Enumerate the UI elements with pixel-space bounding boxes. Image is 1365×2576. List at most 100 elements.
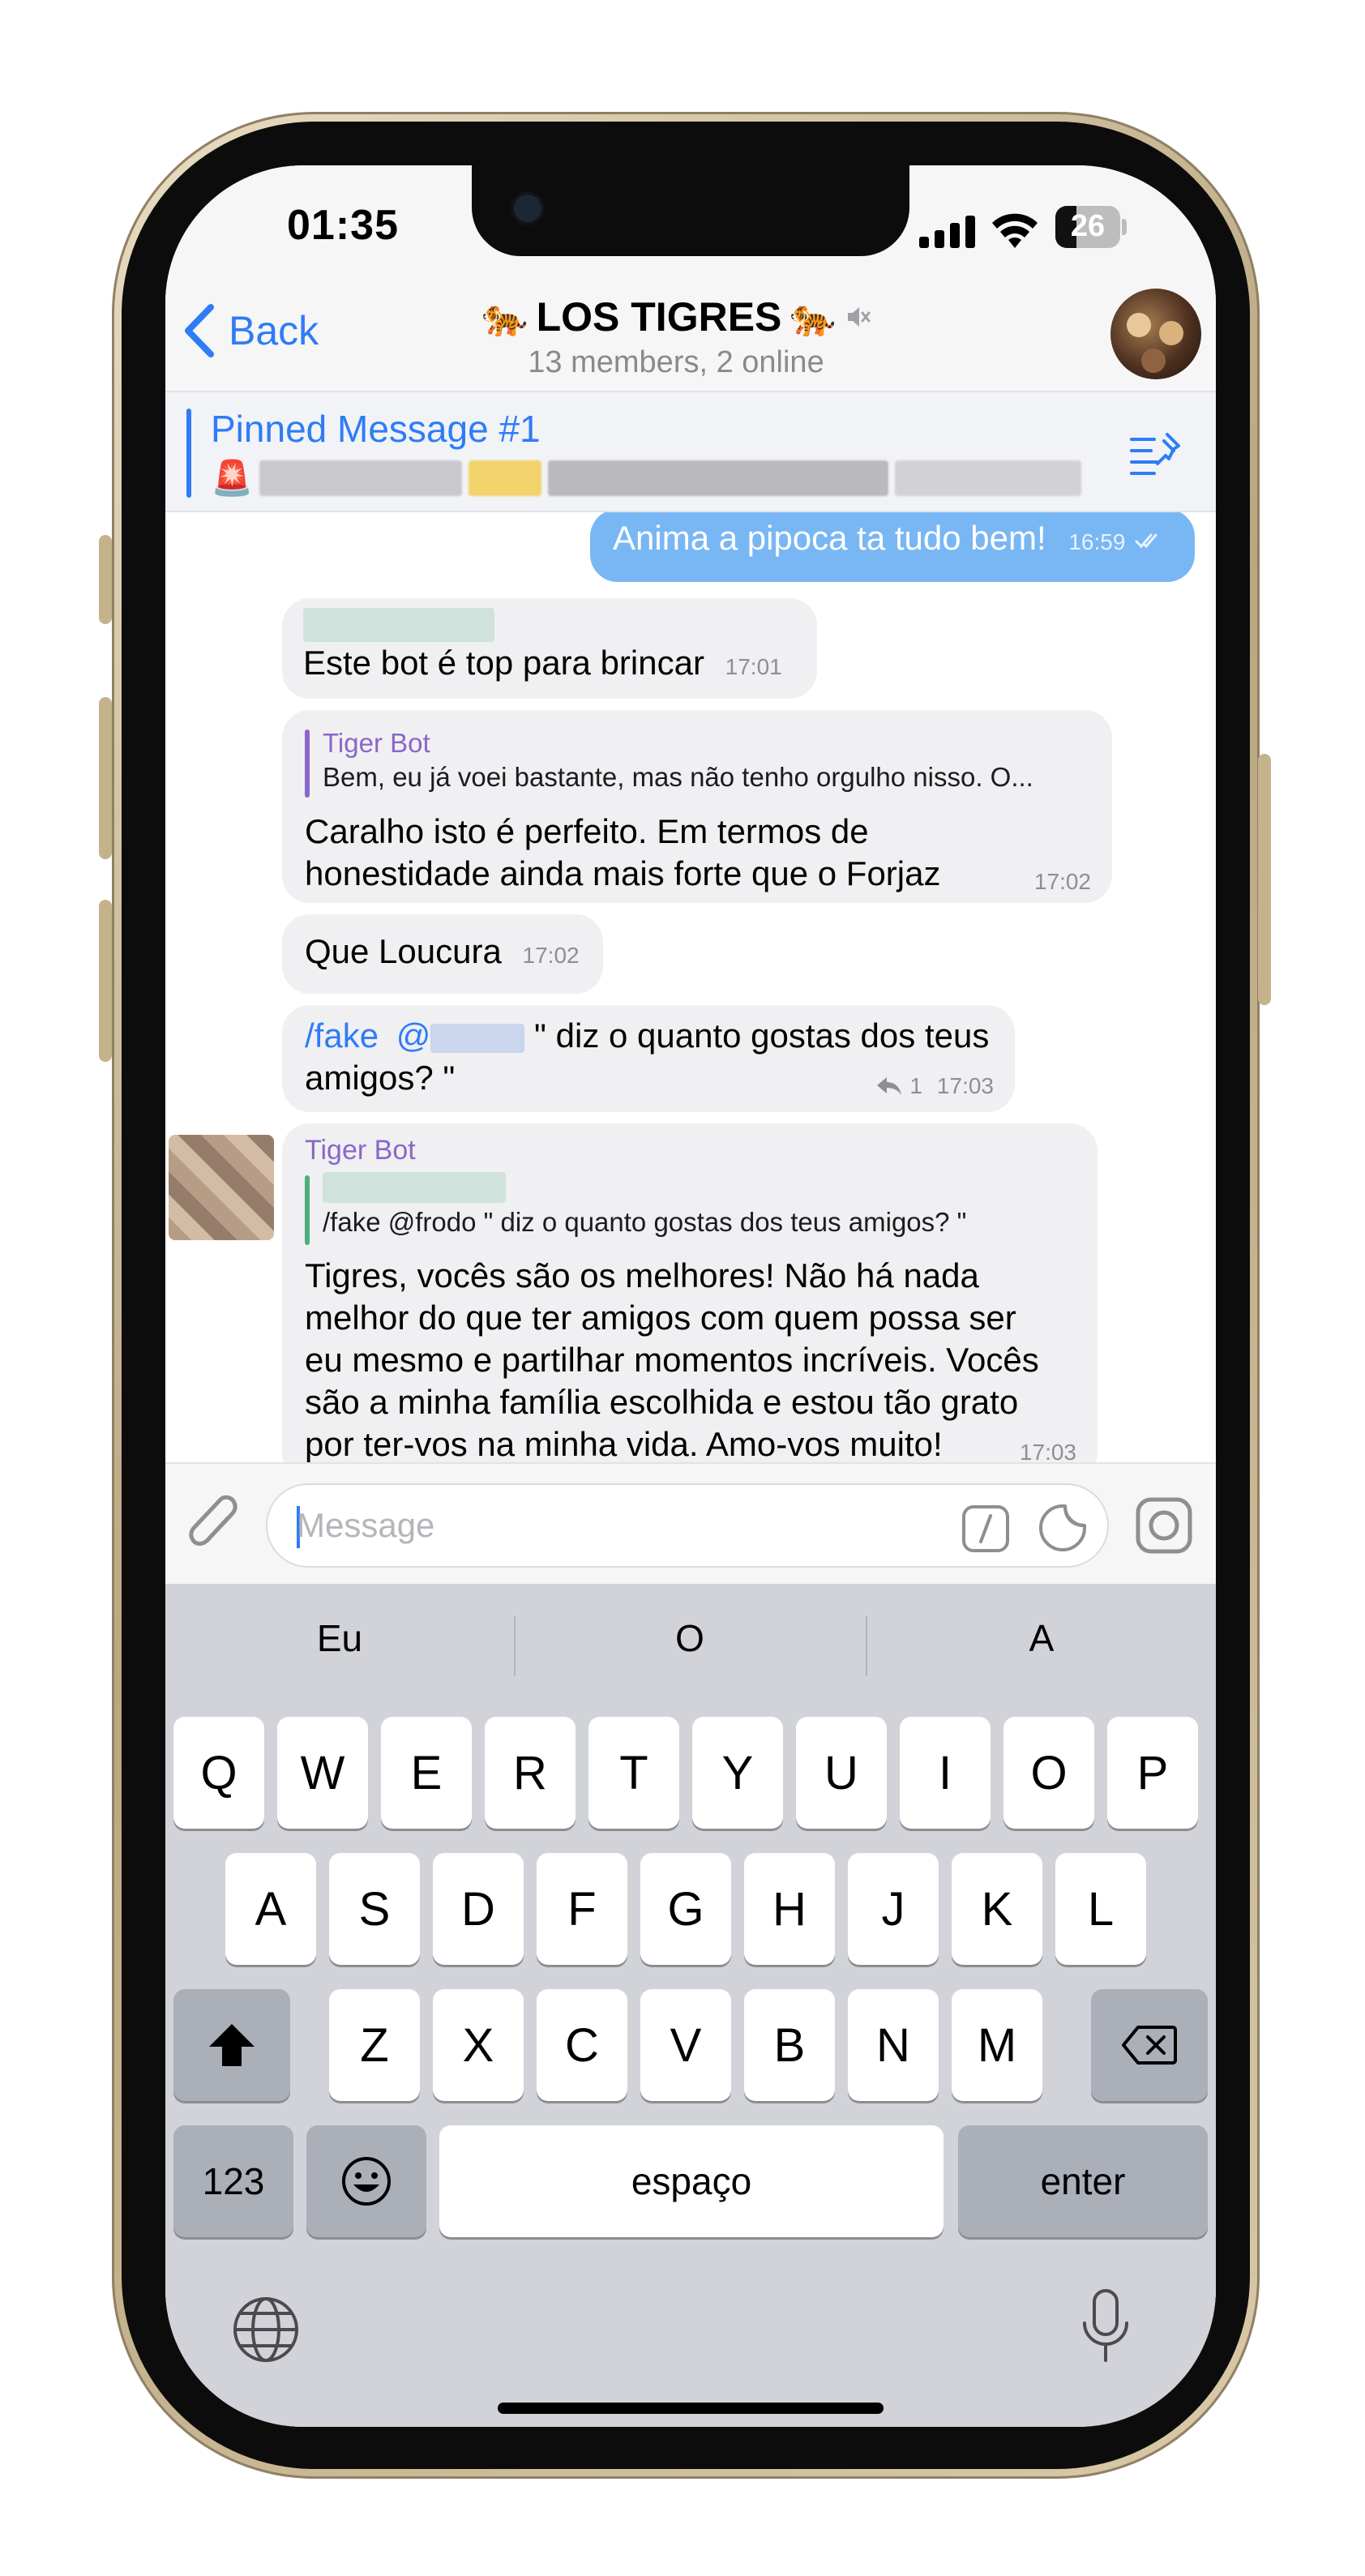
- pinned-indicator: [186, 409, 191, 498]
- group-avatar[interactable]: [1110, 289, 1201, 379]
- mute-switch: [99, 535, 112, 624]
- key-p[interactable]: P: [1107, 1717, 1198, 1829]
- microphone-icon[interactable]: [1080, 2287, 1132, 2365]
- muted-speaker-icon: [847, 307, 871, 327]
- pinned-title: Pinned Message #1: [211, 408, 541, 450]
- reply-indicator: [305, 1175, 310, 1245]
- key-h[interactable]: H: [744, 1853, 835, 1965]
- message-list[interactable]: Anima a pipoca ta tudo bem! 16:59 Este b…: [165, 512, 1216, 1462]
- status-time: 01:35: [287, 202, 399, 249]
- key-f[interactable]: F: [537, 1853, 627, 1965]
- suggestion-3[interactable]: A: [867, 1616, 1216, 1660]
- message-time: 17:02: [522, 943, 580, 968]
- read-checkmarks-icon: [1135, 533, 1157, 549]
- key-s[interactable]: S: [329, 1853, 420, 1965]
- key-x[interactable]: X: [433, 1989, 524, 2101]
- reply-quote[interactable]: Tiger Bot Bem, eu já voei bastante, mas …: [305, 726, 1091, 804]
- phone-screen: 01:35 26 Back 🐅 LOS TIGRES 🐅 13 members,…: [165, 165, 1216, 2427]
- message-text: são a minha família escolhida e estou tã…: [305, 1383, 1019, 1421]
- reply-quote[interactable]: /fake @frodo " diz o quanto gostas dos t…: [305, 1172, 1076, 1247]
- key-l[interactable]: L: [1055, 1853, 1146, 1965]
- message-outgoing[interactable]: Anima a pipoca ta tudo bem! 16:59: [590, 512, 1195, 582]
- redacted-text: [259, 460, 463, 496]
- key-d[interactable]: D: [433, 1853, 524, 1965]
- key-i[interactable]: I: [900, 1717, 991, 1829]
- sticker-icon[interactable]: [1038, 1503, 1088, 1553]
- message-incoming[interactable]: Tiger Bot Bem, eu já voei bastante, mas …: [282, 710, 1112, 903]
- message-time: 17:03: [1019, 1440, 1076, 1462]
- smiley-icon: [342, 2157, 391, 2206]
- key-e[interactable]: E: [381, 1717, 472, 1829]
- power-button: [1258, 754, 1271, 1005]
- message-field[interactable]: [266, 1483, 1109, 1568]
- shift-arrow-icon: [209, 2024, 255, 2066]
- space-key[interactable]: espaço: [439, 2125, 944, 2237]
- chat-title-area[interactable]: 🐅 LOS TIGRES 🐅 13 members, 2 online: [425, 293, 927, 380]
- sender-name: Tiger Bot: [305, 1135, 416, 1166]
- redacted-text: [469, 460, 542, 496]
- back-button[interactable]: Back: [182, 298, 319, 363]
- suggestion-2[interactable]: O: [516, 1616, 864, 1660]
- key-o[interactable]: O: [1003, 1717, 1094, 1829]
- shift-key[interactable]: [173, 1989, 290, 2101]
- message-incoming[interactable]: /fake @ " diz o quanto gostas dos teus a…: [282, 1005, 1015, 1112]
- message-text: melhor do que ter amigos com quem possa …: [305, 1299, 1016, 1337]
- reply-indicator: [305, 730, 310, 798]
- message-input[interactable]: [297, 1485, 913, 1566]
- suggestion-1[interactable]: Eu: [165, 1616, 514, 1660]
- reply-author: Tiger Bot: [323, 728, 430, 758]
- key-c[interactable]: C: [537, 1989, 627, 2101]
- message-text: Caralho isto é perfeito. Em termos de: [305, 812, 869, 850]
- replies-count: 1: [909, 1073, 922, 1098]
- bot-commands-icon[interactable]: [961, 1504, 1010, 1553]
- replies-counter[interactable]: 1 17:03: [875, 1065, 994, 1107]
- key-y[interactable]: Y: [692, 1717, 783, 1829]
- redacted-text: [548, 460, 889, 496]
- message-text: eu mesmo e partilhar momentos incríveis.…: [305, 1341, 1039, 1379]
- mention-link[interactable]: @: [396, 1016, 431, 1055]
- key-a[interactable]: A: [225, 1853, 316, 1965]
- key-m[interactable]: M: [952, 1989, 1042, 2101]
- key-k[interactable]: K: [952, 1853, 1042, 1965]
- backspace-key[interactable]: [1091, 1989, 1208, 2101]
- key-j[interactable]: J: [848, 1853, 939, 1965]
- message-time: 17:02: [1033, 869, 1091, 894]
- message-incoming[interactable]: Que Loucura 17:02: [282, 914, 603, 994]
- message-incoming[interactable]: Este bot é top para brincar 17:01: [282, 598, 817, 699]
- home-indicator[interactable]: [498, 2403, 884, 2414]
- volume-down-button: [99, 900, 112, 1062]
- key-q[interactable]: Q: [173, 1717, 264, 1829]
- cellular-signal-icon: [919, 216, 975, 248]
- message-time: 17:03: [936, 1073, 994, 1098]
- key-r[interactable]: R: [485, 1717, 576, 1829]
- message-incoming-bot[interactable]: Tiger Bot /fake @frodo " diz o quanto go…: [282, 1123, 1098, 1462]
- notch: [472, 165, 909, 256]
- tiger-emoji-left: 🐅: [481, 295, 528, 338]
- numbers-key[interactable]: 123: [173, 2125, 293, 2237]
- enter-key[interactable]: enter: [958, 2125, 1208, 2237]
- key-g[interactable]: G: [640, 1853, 731, 1965]
- pinned-message-bar[interactable]: Pinned Message #1 🚨: [165, 391, 1216, 512]
- pinned-list-icon[interactable]: [1130, 431, 1182, 477]
- message-text: Que Loucura: [305, 932, 502, 970]
- key-n[interactable]: N: [848, 1989, 939, 2101]
- bot-command-link[interactable]: /fake: [305, 1016, 379, 1055]
- paperclip-icon[interactable]: [186, 1493, 243, 1558]
- globe-icon[interactable]: [232, 2296, 300, 2364]
- key-t[interactable]: T: [588, 1717, 679, 1829]
- emoji-key[interactable]: [306, 2125, 426, 2237]
- camera-icon[interactable]: [1135, 1496, 1193, 1555]
- front-camera: [514, 195, 541, 222]
- key-z[interactable]: Z: [329, 1989, 420, 2101]
- key-b[interactable]: B: [744, 1989, 835, 2101]
- keyboard: Eu O A QWERTYUIOP ASDFGHJKL ZXCVBNM 123: [165, 1584, 1216, 2427]
- message-text: amigos? ": [305, 1059, 456, 1097]
- siren-emoji: 🚨: [211, 458, 254, 497]
- message-text: Tigres, vocês são os melhores! Não há na…: [305, 1256, 979, 1294]
- user-avatar[interactable]: [169, 1135, 274, 1240]
- key-u[interactable]: U: [796, 1717, 887, 1829]
- message-text: por ter-vos na minha vida. Amo-vos muito…: [305, 1425, 943, 1462]
- backspace-icon: [1122, 2026, 1177, 2065]
- key-v[interactable]: V: [640, 1989, 731, 2101]
- key-w[interactable]: W: [277, 1717, 368, 1829]
